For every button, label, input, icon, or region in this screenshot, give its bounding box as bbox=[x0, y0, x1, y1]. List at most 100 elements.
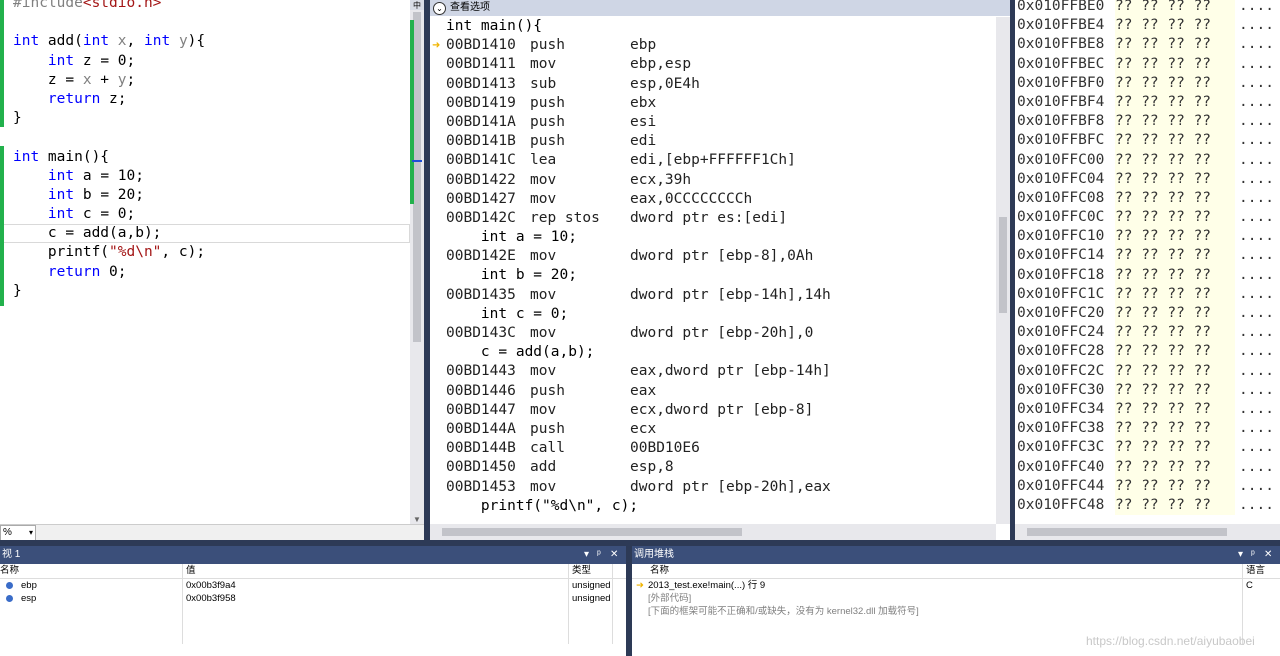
memory-row[interactable]: 0x010FFBE0 ?? ?? ?? ??.... bbox=[1015, 0, 1280, 17]
memory-row[interactable]: 0x010FFC20 ?? ?? ?? ??.... bbox=[1015, 304, 1280, 324]
instruction-line[interactable]: 00BD1427 mov eax,0CCCCCCCCh bbox=[446, 190, 996, 209]
column-divider[interactable] bbox=[612, 564, 613, 644]
disassembly-vertical-scrollbar[interactable] bbox=[996, 17, 1010, 524]
column-divider[interactable] bbox=[1242, 564, 1243, 644]
memory-bytes[interactable]: ?? ?? ?? ?? bbox=[1115, 380, 1235, 400]
disassembly-horizontal-scrollbar[interactable] bbox=[430, 524, 996, 540]
memory-row[interactable]: 0x010FFBEC ?? ?? ?? ??.... bbox=[1015, 54, 1280, 74]
source-editor[interactable]: #include<stdio.h> int add(int x, int y){… bbox=[0, 0, 424, 540]
source-line[interactable]: printf("%d\n", c); bbox=[0, 243, 410, 262]
source-code-area[interactable]: #include<stdio.h> int add(int x, int y){… bbox=[0, 0, 410, 301]
memory-row[interactable]: 0x010FFC30 ?? ?? ?? ??.... bbox=[1015, 380, 1280, 400]
column-header-language[interactable]: 语言 bbox=[1246, 564, 1265, 578]
memory-bytes[interactable]: ?? ?? ?? ?? bbox=[1115, 495, 1235, 516]
watch-value[interactable]: 0x00b3f958 bbox=[186, 592, 236, 605]
pin-icon[interactable]: ᵖ bbox=[1251, 546, 1255, 564]
scrollbar-thumb[interactable] bbox=[1027, 528, 1227, 536]
split-button[interactable]: 中 bbox=[410, 0, 424, 10]
memory-bytes[interactable]: ?? ?? ?? ?? bbox=[1115, 35, 1235, 55]
memory-row[interactable]: 0x010FFC10 ?? ?? ?? ??.... bbox=[1015, 227, 1280, 247]
instruction-line[interactable]: 00BD141C lea edi,[ebp+FFFFFF1Ch] bbox=[446, 151, 996, 170]
memory-row[interactable]: 0x010FFC28 ?? ?? ?? ??.... bbox=[1015, 342, 1280, 362]
memory-row[interactable]: 0x010FFBF0 ?? ?? ?? ??.... bbox=[1015, 73, 1280, 93]
memory-row[interactable]: 0x010FFBFC ?? ?? ?? ??.... bbox=[1015, 131, 1280, 151]
instruction-line[interactable]: 00BD142E mov dword ptr [ebp-8],0Ah bbox=[446, 247, 996, 266]
instruction-line[interactable]: 00BD1443 mov eax,dword ptr [ebp-14h] bbox=[446, 362, 996, 381]
source-annotation-line[interactable]: int c = 0; bbox=[446, 305, 996, 324]
source-line[interactable]: int a = 10; bbox=[0, 167, 410, 186]
memory-bytes[interactable]: ?? ?? ?? ?? bbox=[1115, 188, 1235, 209]
source-annotation-line[interactable]: int a = 10; bbox=[446, 228, 996, 247]
source-line[interactable]: int b = 20; bbox=[0, 186, 410, 205]
source-line[interactable]: int add(int x, int y){ bbox=[0, 32, 410, 51]
callstack-row[interactable]: ➜[下面的框架可能不正确和/或缺失，没有为 kernel32.dll 加载符号] bbox=[632, 605, 1280, 618]
disassembly-lines[interactable]: int main(){00BD1410 push ebp 00BD1411 mov ebp… bbox=[446, 17, 996, 516]
memory-bytes[interactable]: ?? ?? ?? ?? bbox=[1115, 92, 1235, 113]
view-options-label[interactable]: 查看选项 bbox=[450, 0, 490, 16]
callstack-row[interactable]: ➜ 2013_test.exe!main(...) 行 9 C bbox=[632, 579, 1280, 592]
memory-row[interactable]: 0x010FFC34 ?? ?? ?? ??.... bbox=[1015, 399, 1280, 420]
source-line[interactable]: return 0; bbox=[0, 263, 410, 282]
instruction-line[interactable]: 00BD141B push edi bbox=[446, 132, 996, 151]
memory-bytes[interactable]: ?? ?? ?? ?? bbox=[1115, 361, 1235, 381]
memory-row[interactable]: 0x010FFC18 ?? ?? ?? ??.... bbox=[1015, 265, 1280, 285]
memory-bytes[interactable]: ?? ?? ?? ?? bbox=[1115, 438, 1235, 458]
instruction-line[interactable]: 00BD1413 sub esp,0E4h bbox=[446, 75, 996, 94]
scroll-down-arrow-icon[interactable]: ▼ bbox=[411, 515, 423, 524]
scrollbar-thumb[interactable] bbox=[413, 12, 421, 342]
scrollbar-thumb[interactable] bbox=[999, 217, 1007, 313]
source-line[interactable]: } bbox=[0, 282, 410, 301]
column-divider[interactable] bbox=[182, 564, 183, 644]
watch-row[interactable]: esp 0x00b3f958 unsigned bbox=[0, 592, 626, 605]
instruction-line[interactable]: 00BD1419 push ebx bbox=[446, 94, 996, 113]
instruction-line[interactable]: 00BD1446 push eax bbox=[446, 382, 996, 401]
memory-row[interactable]: 0x010FFC3C ?? ?? ?? ??.... bbox=[1015, 438, 1280, 458]
memory-row[interactable]: 0x010FFC44 ?? ?? ?? ??.... bbox=[1015, 476, 1280, 496]
memory-row[interactable]: 0x010FFBE8 ?? ?? ?? ??.... bbox=[1015, 35, 1280, 55]
column-header-name[interactable]: 名称 bbox=[650, 564, 669, 578]
source-line[interactable]: #include<stdio.h> bbox=[0, 0, 410, 13]
source-line[interactable]: int main(){ bbox=[0, 148, 410, 167]
source-annotation-line[interactable]: c = add(a,b); bbox=[446, 343, 996, 362]
instruction-line[interactable]: 00BD1453 mov dword ptr [ebp-20h],eax bbox=[446, 478, 996, 497]
instruction-line[interactable]: 00BD141A push esi bbox=[446, 113, 996, 132]
watch-row[interactable]: ebp 0x00b3f9a4 unsigned bbox=[0, 579, 626, 592]
memory-row[interactable]: 0x010FFC0C ?? ?? ?? ??.... bbox=[1015, 208, 1280, 228]
source-annotation-line[interactable]: int b = 20; bbox=[446, 266, 996, 285]
instruction-line[interactable]: 00BD1447 mov ecx,dword ptr [ebp-8] bbox=[446, 401, 996, 420]
zoom-select[interactable]: % ▾ bbox=[0, 525, 36, 540]
source-annotation-line[interactable]: printf("%d\n", c); bbox=[446, 497, 996, 516]
memory-row[interactable]: 0x010FFBE4 ?? ?? ?? ??.... bbox=[1015, 16, 1280, 36]
memory-row[interactable]: 0x010FFC2C ?? ?? ?? ??.... bbox=[1015, 361, 1280, 381]
memory-row[interactable]: 0x010FFC14 ?? ?? ?? ??.... bbox=[1015, 246, 1280, 266]
memory-bytes[interactable]: ?? ?? ?? ?? bbox=[1115, 284, 1235, 305]
source-line[interactable]: int z = 0; bbox=[0, 52, 410, 71]
memory-bytes[interactable]: ?? ?? ?? ?? bbox=[1115, 208, 1235, 228]
close-icon[interactable]: ✕ bbox=[610, 546, 618, 564]
source-line[interactable] bbox=[0, 128, 410, 147]
scrollbar-thumb[interactable] bbox=[442, 528, 742, 536]
pin-icon[interactable]: ᵖ bbox=[597, 546, 601, 564]
memory-bytes[interactable]: ?? ?? ?? ?? bbox=[1115, 399, 1235, 420]
instruction-line[interactable]: 00BD144A push ecx bbox=[446, 420, 996, 439]
memory-bytes[interactable]: ?? ?? ?? ?? bbox=[1115, 73, 1235, 93]
memory-bytes[interactable]: ?? ?? ?? ?? bbox=[1115, 112, 1235, 132]
instruction-line[interactable]: 00BD1411 mov ebp,esp bbox=[446, 55, 996, 74]
memory-bytes[interactable]: ?? ?? ?? ?? bbox=[1115, 342, 1235, 362]
instruction-line[interactable]: 00BD144B call 00BD10E6 bbox=[446, 439, 996, 458]
dropdown-icon[interactable]: ▾ bbox=[584, 546, 589, 564]
instruction-line[interactable]: 00BD1422 mov ecx,39h bbox=[446, 171, 996, 190]
instruction-line[interactable]: 00BD1450 add esp,8 bbox=[446, 458, 996, 477]
source-line[interactable] bbox=[0, 13, 410, 32]
memory-window[interactable]: 0x010FFBE0 ?? ?? ?? ??.... 0x010FFBE4 ?? ??… bbox=[1015, 0, 1280, 540]
memory-bytes[interactable]: ?? ?? ?? ?? bbox=[1115, 131, 1235, 151]
memory-row[interactable]: 0x010FFC08 ?? ?? ?? ??.... bbox=[1015, 188, 1280, 209]
memory-row[interactable]: 0x010FFBF8 ?? ?? ?? ??.... bbox=[1015, 112, 1280, 132]
callstack-row[interactable]: ➜[外部代码] bbox=[632, 592, 1280, 605]
memory-bytes[interactable]: ?? ?? ?? ?? bbox=[1115, 54, 1235, 74]
instruction-line[interactable]: 00BD143C mov dword ptr [ebp-20h],0 bbox=[446, 324, 996, 343]
memory-row[interactable]: 0x010FFC04 ?? ?? ?? ??.... bbox=[1015, 169, 1280, 189]
close-icon[interactable]: ✕ bbox=[1264, 546, 1272, 564]
memory-row[interactable]: 0x010FFC00 ?? ?? ?? ??.... bbox=[1015, 150, 1280, 170]
memory-bytes[interactable]: ?? ?? ?? ?? bbox=[1115, 16, 1235, 36]
